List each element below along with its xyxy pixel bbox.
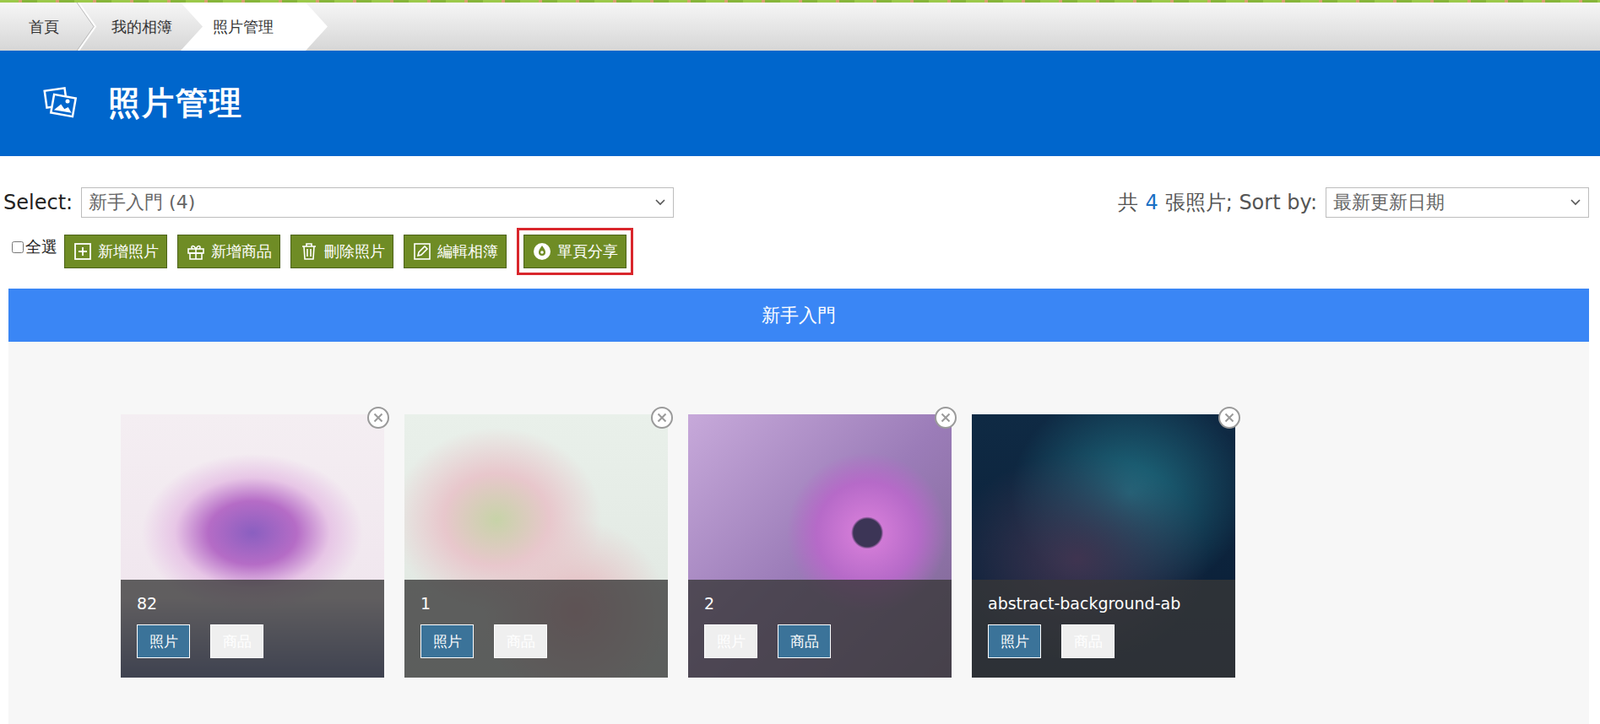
- select-all[interactable]: 全選: [11, 236, 58, 259]
- sort-group: 共4 張照片; Sort by: 最新更新日期: [1117, 187, 1590, 218]
- album-select-label: Select:: [3, 190, 73, 215]
- photo-type-button[interactable]: 商品: [1061, 624, 1115, 659]
- photo-caption: 1 照片商品: [404, 580, 668, 678]
- photo-type-button[interactable]: 照片: [704, 624, 758, 659]
- photo-type-button[interactable]: 商品: [493, 624, 548, 659]
- photo-card[interactable]: 2 照片商品: [688, 414, 952, 678]
- button-highlight: 新增照片: [64, 227, 168, 276]
- delete-photo-icon[interactable]: [649, 405, 675, 431]
- album-select[interactable]: 新手入門 (4): [81, 187, 674, 218]
- breadcrumb-item[interactable]: 我的相簿: [97, 2, 190, 51]
- album-title: 新手入門: [8, 288, 1590, 342]
- toolbar: Select: 新手入門 (4) 共4 張照片; Sort by: 最新更新日期: [0, 187, 1600, 218]
- summary-prefix: 共: [1117, 189, 1139, 217]
- breadcrumb-item[interactable]: 首頁: [0, 2, 76, 51]
- photo-type-button[interactable]: 商品: [210, 624, 264, 659]
- photo-count-summary: 共4 張照片; Sort by:: [1117, 189, 1318, 217]
- share-icon: [531, 241, 553, 262]
- button-highlight: 單頁分享: [516, 227, 634, 276]
- photo-count: 4: [1144, 190, 1158, 215]
- photo-card[interactable]: 82 照片商品: [120, 414, 385, 678]
- action-button-label: 刪除照片: [324, 241, 386, 262]
- photo-name: 1: [420, 594, 652, 613]
- breadcrumb-item[interactable]: 照片管理: [180, 2, 328, 51]
- photo-name: 82: [136, 594, 369, 613]
- action-bar: 全選 新增照片 新增商品 刪除照片 編輯相簿 單頁分享: [0, 227, 1600, 276]
- photo-card[interactable]: abstract-background-ab 照片商品: [971, 414, 1236, 678]
- photo-caption: abstract-background-ab 照片商品: [971, 580, 1236, 678]
- pencil-icon: [412, 241, 433, 262]
- photo-type-button[interactable]: 照片: [420, 624, 474, 659]
- delete-photo-icon[interactable]: [1216, 405, 1243, 431]
- album-section: 新手入門82照片商品1照片商品2照片商品abstract-background-…: [8, 288, 1590, 724]
- action-button[interactable]: 新增照片: [64, 234, 168, 269]
- action-button-label: 單頁分享: [557, 241, 619, 262]
- photo-type-toggle: 照片商品: [987, 624, 1220, 659]
- button-highlight: 刪除照片: [290, 227, 394, 276]
- photo-type-toggle: 照片商品: [420, 624, 652, 659]
- photo-type-toggle: 照片商品: [136, 624, 369, 659]
- album-select-value: 新手入門 (4): [88, 189, 196, 216]
- action-button-label: 新增商品: [211, 241, 272, 262]
- photo-type-toggle: 照片商品: [704, 624, 936, 659]
- photo-caption: 2 照片商品: [688, 580, 952, 678]
- breadcrumb: 首頁我的相簿照片管理: [0, 2, 1600, 51]
- button-highlight: 新增商品: [177, 227, 281, 276]
- action-button-label: 新增照片: [97, 241, 159, 262]
- plus-icon: [72, 241, 93, 262]
- photos-icon: [42, 86, 78, 122]
- sort-select-value: 最新更新日期: [1333, 189, 1445, 216]
- action-button[interactable]: 單頁分享: [523, 234, 627, 269]
- action-button[interactable]: 刪除照片: [290, 234, 394, 269]
- gift-icon: [185, 241, 207, 262]
- select-all-label: 全選: [25, 236, 58, 259]
- delete-photo-icon[interactable]: [365, 405, 391, 431]
- summary-suffix: 張照片; Sort by:: [1165, 189, 1318, 217]
- action-button[interactable]: 編輯相簿: [403, 234, 507, 269]
- action-button-label: 編輯相簿: [437, 241, 499, 262]
- page-header: 照片管理: [0, 50, 1600, 157]
- chevron-down-icon: [654, 198, 667, 207]
- delete-photo-icon[interactable]: [932, 405, 959, 431]
- select-all-checkbox[interactable]: [11, 241, 24, 254]
- photo-type-button[interactable]: 商品: [777, 624, 831, 659]
- action-button[interactable]: 新增商品: [177, 234, 281, 269]
- trash-icon: [298, 241, 320, 262]
- photo-type-button[interactable]: 照片: [987, 624, 1042, 659]
- sort-select[interactable]: 最新更新日期: [1325, 187, 1590, 218]
- photo-name: abstract-background-ab: [987, 594, 1220, 613]
- photo-card[interactable]: 1 照片商品: [404, 414, 668, 678]
- button-highlight: 編輯相簿: [403, 227, 507, 276]
- album-select-group: Select: 新手入門 (4): [3, 187, 674, 218]
- photo-name: 2: [704, 594, 936, 613]
- photo-gallery: 82照片商品1照片商品2照片商品abstract-background-ab照片…: [8, 341, 1590, 724]
- photo-type-button[interactable]: 照片: [136, 624, 190, 659]
- chevron-down-icon: [1569, 198, 1582, 207]
- page-title: 照片管理: [108, 81, 244, 125]
- breadcrumb-separator-icon: [75, 2, 98, 51]
- photo-caption: 82 照片商品: [120, 580, 385, 678]
